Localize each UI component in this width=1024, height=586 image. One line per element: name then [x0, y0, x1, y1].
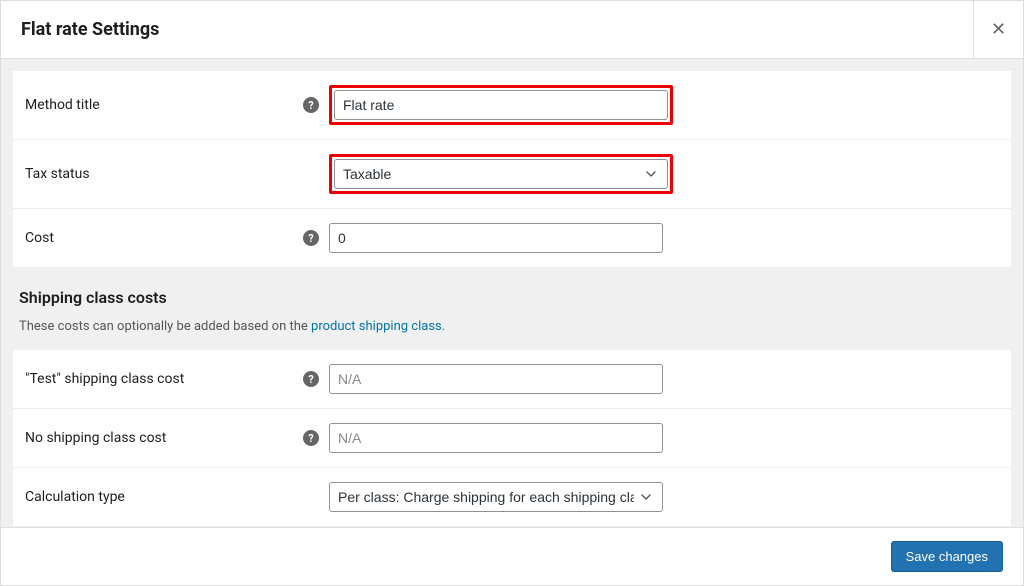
field-method-title: Method title ?: [13, 71, 1011, 140]
save-changes-button[interactable]: Save changes: [891, 541, 1003, 572]
help-icon[interactable]: ?: [303, 97, 319, 113]
modal-footer: Save changes: [1, 527, 1023, 585]
desc-text: These costs can optionally be added base…: [19, 319, 311, 334]
calculation-type-label: Calculation type: [25, 489, 125, 505]
method-title-label: Method title: [25, 97, 100, 113]
field-calculation-type: Calculation type Per class: Charge shipp…: [13, 468, 1011, 526]
highlight-box: [329, 85, 673, 125]
tax-status-label: Tax status: [25, 166, 90, 182]
cost-label: Cost: [25, 230, 54, 246]
help-icon[interactable]: ?: [303, 371, 319, 387]
field-no-shipping-class: No shipping class cost ?: [13, 409, 1011, 468]
close-button[interactable]: ✕: [973, 1, 1023, 59]
test-shipping-class-input[interactable]: [329, 364, 663, 394]
shipping-class-title: Shipping class costs: [19, 288, 1005, 307]
no-shipping-class-input[interactable]: [329, 423, 663, 453]
cost-input[interactable]: [329, 223, 663, 253]
field-test-shipping-class: "Test" shipping class cost ?: [13, 350, 1011, 409]
modal-title: Flat rate Settings: [21, 19, 159, 40]
desc-text: .: [442, 319, 445, 334]
shipping-class-description: These costs can optionally be added base…: [13, 315, 1011, 350]
calculation-type-select[interactable]: Per class: Charge shipping for each ship…: [329, 482, 663, 512]
method-title-input[interactable]: [334, 90, 668, 120]
test-shipping-class-label: "Test" shipping class cost: [25, 371, 184, 387]
tax-status-select[interactable]: Taxable: [334, 159, 668, 189]
modal-content: Method title ? Tax status Taxable Cost ?: [1, 59, 1023, 527]
shipping-class-heading: Shipping class costs: [13, 268, 1011, 315]
highlight-box: Taxable: [329, 154, 673, 194]
help-icon[interactable]: ?: [303, 430, 319, 446]
help-icon[interactable]: ?: [303, 230, 319, 246]
close-icon: ✕: [991, 19, 1006, 40]
product-shipping-class-link[interactable]: product shipping class: [311, 319, 442, 334]
no-shipping-class-label: No shipping class cost: [25, 430, 166, 446]
field-cost: Cost ?: [13, 209, 1011, 268]
modal-header: Flat rate Settings ✕: [1, 1, 1023, 59]
field-tax-status: Tax status Taxable: [13, 140, 1011, 209]
